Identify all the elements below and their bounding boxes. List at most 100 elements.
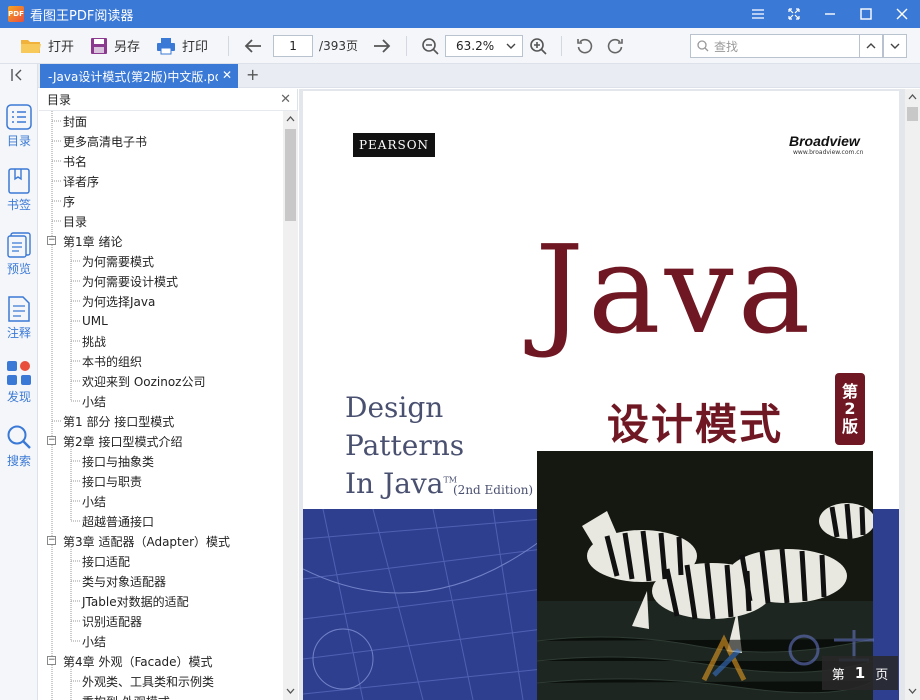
fullscreen-button[interactable] — [776, 0, 812, 28]
preview-icon — [7, 232, 31, 258]
toc-item[interactable]: 为何需要模式 — [39, 251, 283, 271]
document-scrollbar[interactable] — [905, 89, 920, 700]
open-button[interactable]: 打开 — [14, 32, 80, 60]
toc-item[interactable]: 封面 — [39, 111, 283, 131]
next-page-button[interactable] — [366, 32, 398, 60]
toc-item[interactable]: 外观类、工具类和示例类 — [39, 671, 283, 691]
app-logo-icon: PDF — [8, 6, 24, 22]
toc-item[interactable]: − 第1章 绪论 — [39, 231, 283, 251]
rail-item-note[interactable]: 注释 — [0, 296, 38, 341]
toc-item-label: 第1 部分 接口型模式 — [63, 414, 175, 429]
toc-panel: 目录 ✕ 封面 更多高清电子书 书名 译者序序目录 − 第1章 绪论 为何需要模式 为何需要设… — [39, 89, 298, 700]
toc-item-label: 更多高清电子书 — [63, 134, 148, 149]
toc-item[interactable]: JTable对数据的适配 — [39, 591, 283, 611]
toc-item-label: 封面 — [63, 114, 88, 129]
rotate-right-button[interactable] — [600, 32, 630, 60]
tab-close-icon[interactable]: ✕ — [222, 68, 232, 82]
collapse-toggle-icon[interactable]: − — [47, 236, 56, 245]
toc-item[interactable]: 本书的组织 — [39, 351, 283, 371]
toc-item-label: UML — [82, 314, 108, 328]
maximize-button[interactable] — [848, 0, 884, 28]
toc-item[interactable]: UML — [39, 311, 283, 331]
toc-item[interactable]: 为何选择Java — [39, 291, 283, 311]
rail-item-search[interactable]: 搜索 — [0, 424, 38, 469]
toc-item-label: 序 — [63, 194, 76, 209]
toc-item[interactable]: − 第2章 接口型模式介绍 — [39, 431, 283, 451]
save-as-button[interactable]: 另存 — [84, 32, 146, 60]
toc-item[interactable]: 序 — [39, 191, 283, 211]
zoom-in-button[interactable] — [523, 32, 553, 60]
zoom-in-icon — [530, 37, 547, 55]
fullscreen-icon — [788, 8, 800, 20]
minimize-button[interactable] — [812, 0, 848, 28]
printer-icon — [157, 37, 176, 54]
toc-item[interactable]: 挑战 — [39, 331, 283, 351]
search-next-button[interactable] — [883, 34, 907, 58]
toc-scroll-thumb[interactable] — [285, 129, 296, 221]
collapse-toggle-icon[interactable]: − — [47, 436, 56, 445]
toc-item[interactable]: − 第4章 外观（Facade）模式 — [39, 651, 283, 671]
toc-item[interactable]: − 第3章 适配器（Adapter）模式 — [39, 531, 283, 551]
toc-item-label: 第2章 接口型模式介绍 — [63, 434, 183, 449]
new-tab-button[interactable]: + — [246, 67, 259, 83]
document-scroll-thumb[interactable] — [907, 107, 918, 121]
close-icon — [896, 8, 908, 20]
toc-item[interactable]: 更多高清电子书 — [39, 131, 283, 151]
discover-icon — [7, 361, 31, 385]
window-title: 看图王PDF阅读器 — [30, 8, 134, 24]
minimize-icon — [825, 13, 835, 15]
toc-item-label: 译者序 — [63, 174, 100, 189]
publisher-logo-broadview: Broadview — [789, 133, 860, 149]
toc-item[interactable]: 为何需要设计模式 — [39, 271, 283, 291]
rotate-left-button[interactable] — [570, 32, 600, 60]
toc-item-label: 本书的组织 — [82, 354, 143, 369]
scroll-down-icon — [908, 688, 917, 694]
tab-document[interactable]: -Java设计模式(第2版)中文版.pdf ✕ — [40, 64, 238, 88]
collapse-panel-button[interactable] — [10, 68, 24, 85]
search-input[interactable]: 查找 — [690, 34, 860, 58]
toc-item[interactable]: 欢迎来到 Oozinoz公司 — [39, 371, 283, 391]
scroll-up-icon — [286, 116, 295, 122]
rail-item-preview[interactable]: 预览 — [0, 232, 38, 277]
toc-item[interactable]: 超越普通接口 — [39, 511, 283, 531]
toc-item[interactable]: 目录 — [39, 211, 283, 231]
rail-item-discover[interactable]: 发现 — [0, 360, 38, 405]
toc-item[interactable]: 书名 — [39, 151, 283, 171]
collapse-toggle-icon[interactable]: − — [47, 536, 56, 545]
left-rail: 目录 书签 预览 注释 发现 搜索 — [0, 64, 38, 700]
toc-close-icon[interactable]: ✕ — [280, 92, 291, 107]
tab-title: -Java设计模式(第2版)中文版.pdf — [48, 69, 218, 84]
zoom-out-button[interactable] — [415, 32, 445, 60]
rail-item-toc[interactable]: 目录 — [0, 104, 38, 149]
toc-scrollbar[interactable] — [283, 111, 298, 700]
search-prev-button[interactable] — [859, 34, 883, 58]
pdf-page[interactable]: PEARSON Broadview www.broadview.com.cn J… — [303, 91, 899, 700]
prev-page-button[interactable] — [237, 32, 269, 60]
toc-item[interactable]: 译者序 — [39, 171, 283, 191]
cover-en-line2: Patterns — [345, 429, 465, 462]
toc-item[interactable]: 小结 — [39, 391, 283, 411]
print-button[interactable]: 打印 — [150, 32, 214, 60]
toc-item-label: 类与对象适配器 — [82, 574, 167, 589]
cover-en-line3: In JavaTM — [345, 467, 457, 500]
toc-item[interactable]: 类与对象适配器 — [39, 571, 283, 591]
chevron-up-icon — [866, 43, 876, 49]
close-button[interactable] — [884, 0, 920, 28]
toc-item[interactable]: 接口与抽象类 — [39, 451, 283, 471]
toc-item[interactable]: 小结 — [39, 631, 283, 651]
toc-item-label: 小结 — [82, 494, 107, 509]
zoom-select[interactable]: 63.2% — [445, 34, 523, 57]
toc-item[interactable]: 识别适配器 — [39, 611, 283, 631]
toc-item[interactable]: 接口与职责 — [39, 471, 283, 491]
toc-item[interactable]: 第1 部分 接口型模式 — [39, 411, 283, 431]
toolbar: 打开 另存 打印 1 /393页 63.2% 查找 — [0, 28, 920, 64]
page-number-input[interactable]: 1 — [273, 34, 314, 57]
toc-item[interactable]: 小结 — [39, 491, 283, 511]
collapse-toggle-icon[interactable]: − — [47, 656, 56, 665]
rail-item-bookmark[interactable]: 书签 — [0, 168, 38, 213]
menu-button[interactable] — [740, 0, 776, 28]
toc-item[interactable]: 接口适配 — [39, 551, 283, 571]
toc-item[interactable]: 重构到 外观模式 — [39, 691, 283, 700]
scroll-up-icon — [908, 94, 917, 100]
toc-item-label: 小结 — [82, 394, 107, 409]
